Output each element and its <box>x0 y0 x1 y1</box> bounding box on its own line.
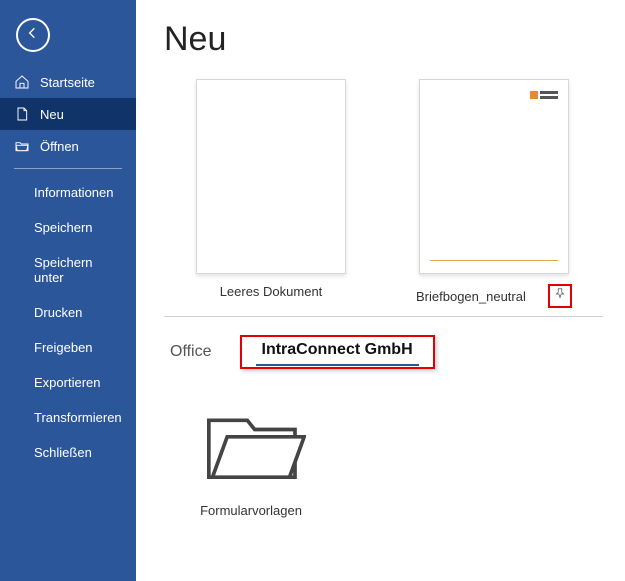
template-thumb-blank[interactable] <box>196 79 346 274</box>
new-icon <box>14 106 30 122</box>
main-area: Neu Leeres Dokument Briefbogen_neutral <box>136 0 625 581</box>
sidebar-item-label: Startseite <box>40 75 95 90</box>
sidebar-item-neu[interactable]: Neu <box>0 98 136 130</box>
template-label: Briefbogen_neutral <box>416 289 526 304</box>
folder-formularvorlagen[interactable]: Formularvorlagen <box>196 393 306 518</box>
template-gallery: Leeres Dokument Briefbogen_neutral <box>164 79 603 308</box>
sidebar-item-transformieren[interactable]: Transformieren <box>0 400 136 435</box>
open-icon <box>14 138 30 154</box>
home-icon <box>14 74 30 90</box>
sidebar-item-speichern-unter[interactable]: Speichern unter <box>0 245 136 295</box>
sidebar-item-label: Neu <box>40 107 64 122</box>
highlight-frame: IntraConnect GmbH <box>240 335 435 369</box>
pin-button[interactable] <box>548 284 572 308</box>
tab-intraconnect[interactable]: IntraConnect GmbH <box>256 335 419 364</box>
sidebar-item-drucken[interactable]: Drucken <box>0 295 136 330</box>
letterhead-logo-icon <box>530 90 558 100</box>
sidebar-item-speichern[interactable]: Speichern <box>0 210 136 245</box>
sidebar-item-schliessen[interactable]: Schließen <box>0 435 136 470</box>
sidebar-separator <box>14 168 122 169</box>
sidebar-item-startseite[interactable]: Startseite <box>0 66 136 98</box>
template-blank: Leeres Dokument <box>196 79 346 299</box>
pin-icon <box>553 287 567 306</box>
folder-label: Formularvorlagen <box>200 503 302 518</box>
tab-office[interactable]: Office <box>164 337 218 367</box>
template-source-tabs: Office IntraConnect GmbH <box>164 335 603 369</box>
template-label: Leeres Dokument <box>220 284 323 299</box>
letterhead-footer-line <box>430 260 558 261</box>
folder-icon <box>196 393 306 493</box>
divider <box>164 316 603 317</box>
template-letterhead: Briefbogen_neutral <box>416 79 572 308</box>
template-folders: Formularvorlagen <box>164 393 603 518</box>
template-thumb-letterhead[interactable] <box>419 79 569 274</box>
back-arrow-icon <box>25 25 41 46</box>
back-button[interactable] <box>16 18 50 52</box>
sidebar-item-oeffnen[interactable]: Öffnen <box>0 130 136 162</box>
backstage-sidebar: Startseite Neu Öffnen Informationen Spei… <box>0 0 136 581</box>
sidebar-item-exportieren[interactable]: Exportieren <box>0 365 136 400</box>
sidebar-item-freigeben[interactable]: Freigeben <box>0 330 136 365</box>
sidebar-item-informationen[interactable]: Informationen <box>0 175 136 210</box>
sidebar-item-label: Öffnen <box>40 139 79 154</box>
page-title: Neu <box>164 20 603 59</box>
